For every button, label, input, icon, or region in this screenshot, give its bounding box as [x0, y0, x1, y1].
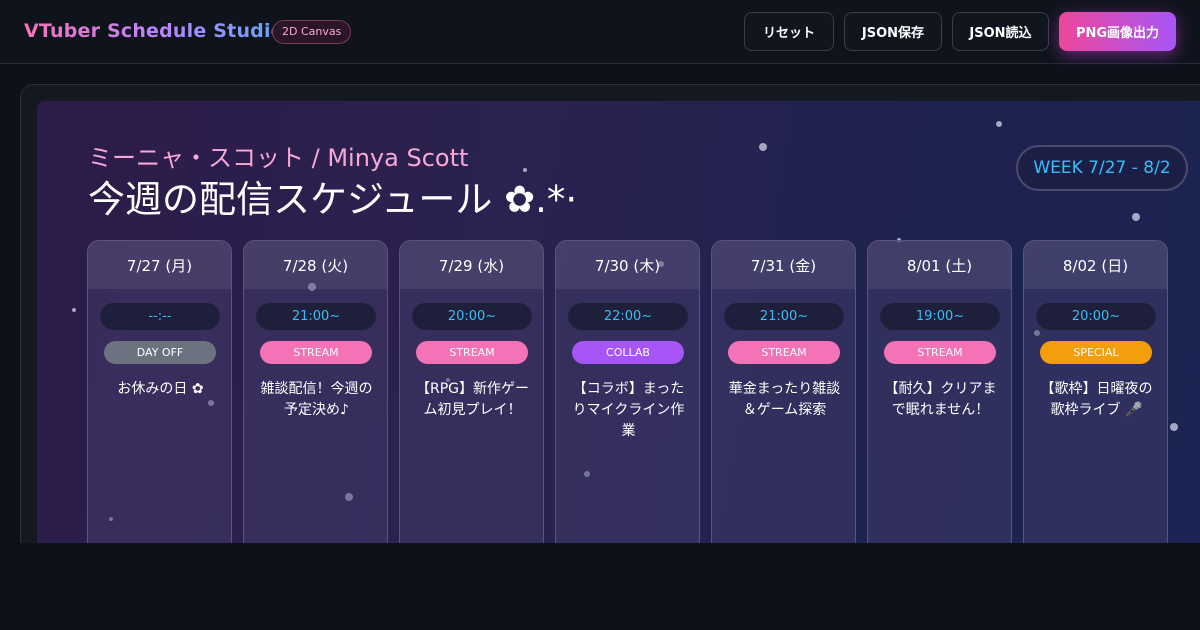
event-title: お休みの日 ✿ [117, 381, 204, 397]
schedule-title: 今週の配信スケジュール ✿.*· [88, 178, 578, 221]
sparkle [72, 308, 76, 312]
event-title: 【耐久】クリアまで眠れません！ [884, 381, 997, 418]
day-card-tue[interactable]: 7/28 (火) 21:00~ STREAM 雑談配信！今週の予定決め♪ [243, 240, 388, 543]
event-title: 華金まったり雑談＆ゲーム探索 [728, 381, 841, 418]
sparkle [1132, 213, 1140, 221]
top-bar: VTuber Schedule Studio 2D Canvas リセット JS… [0, 0, 1200, 64]
category-tag: STREAM [260, 341, 372, 364]
app-title: VTuber Schedule Studio [24, 20, 284, 42]
day-date: 7/28 (火) [244, 241, 387, 289]
time-pill: 19:00~ [880, 303, 1000, 330]
day-card-sat[interactable]: 8/01 (土) 19:00~ STREAM 【耐久】クリアまで眠れません！ [867, 240, 1012, 543]
category-tag: STREAM [416, 341, 528, 364]
day-card-sun[interactable]: 8/02 (日) 20:00~ SPECIAL 【歌枠】日曜夜の歌枠ライブ 🎤 [1023, 240, 1168, 543]
event-title: 雑談配信！今週の予定決め♪ [260, 381, 373, 418]
category-tag: COLLAB [572, 341, 684, 364]
time-pill: 21:00~ [724, 303, 844, 330]
day-card-fri[interactable]: 7/31 (金) 21:00~ STREAM 華金まったり雑談＆ゲーム探索 [711, 240, 856, 543]
save-json-button[interactable]: JSON保存 [844, 12, 942, 51]
category-tag: STREAM [728, 341, 840, 364]
time-pill: --:-- [100, 303, 220, 330]
mode-badge: 2D Canvas [272, 20, 352, 44]
day-date: 7/27 (月) [88, 241, 231, 289]
category-tag: SPECIAL [1040, 341, 1152, 364]
day-date: 7/31 (金) [712, 241, 855, 289]
event-title: 【RPG】新作ゲーム初見プレイ！ [415, 381, 530, 418]
day-card-thu[interactable]: 7/30 (木) 22:00~ COLLAB 【コラボ】まったりマイクライン作業 [555, 240, 700, 543]
day-date: 7/30 (木) [556, 241, 699, 289]
time-pill: 20:00~ [1036, 303, 1156, 330]
export-png-button[interactable]: PNG画像出力 [1059, 12, 1176, 51]
reset-button[interactable]: リセット [744, 12, 834, 51]
time-pill: 20:00~ [412, 303, 532, 330]
page-footer-area [0, 543, 1200, 630]
event-title: 【歌枠】日曜夜の歌枠ライブ 🎤 [1040, 381, 1153, 418]
sparkle [759, 143, 767, 151]
schedule-canvas[interactable]: ミーニャ・スコット / Minya Scott 今週の配信スケジュール ✿.*·… [37, 101, 1200, 543]
time-pill: 21:00~ [256, 303, 376, 330]
sparkle [996, 121, 1002, 127]
time-pill: 22:00~ [568, 303, 688, 330]
vtuber-name: ミーニャ・スコット / Minya Scott [88, 144, 469, 172]
day-date: 7/29 (水) [400, 241, 543, 289]
day-date: 8/01 (土) [868, 241, 1011, 289]
day-card-mon[interactable]: 7/27 (月) --:-- DAY OFF お休みの日 ✿ [87, 240, 232, 543]
category-tag: STREAM [884, 341, 996, 364]
day-card-wed[interactable]: 7/29 (水) 20:00~ STREAM 【RPG】新作ゲーム初見プレイ！ [399, 240, 544, 543]
day-date: 8/02 (日) [1024, 241, 1167, 289]
week-badge: WEEK 7/27 - 8/2 [1016, 145, 1188, 191]
event-title: 【コラボ】まったりマイクライン作業 [572, 381, 685, 439]
sparkle [1170, 423, 1178, 431]
load-json-button[interactable]: JSON読込 [952, 12, 1049, 51]
category-tag: DAY OFF [104, 341, 216, 364]
